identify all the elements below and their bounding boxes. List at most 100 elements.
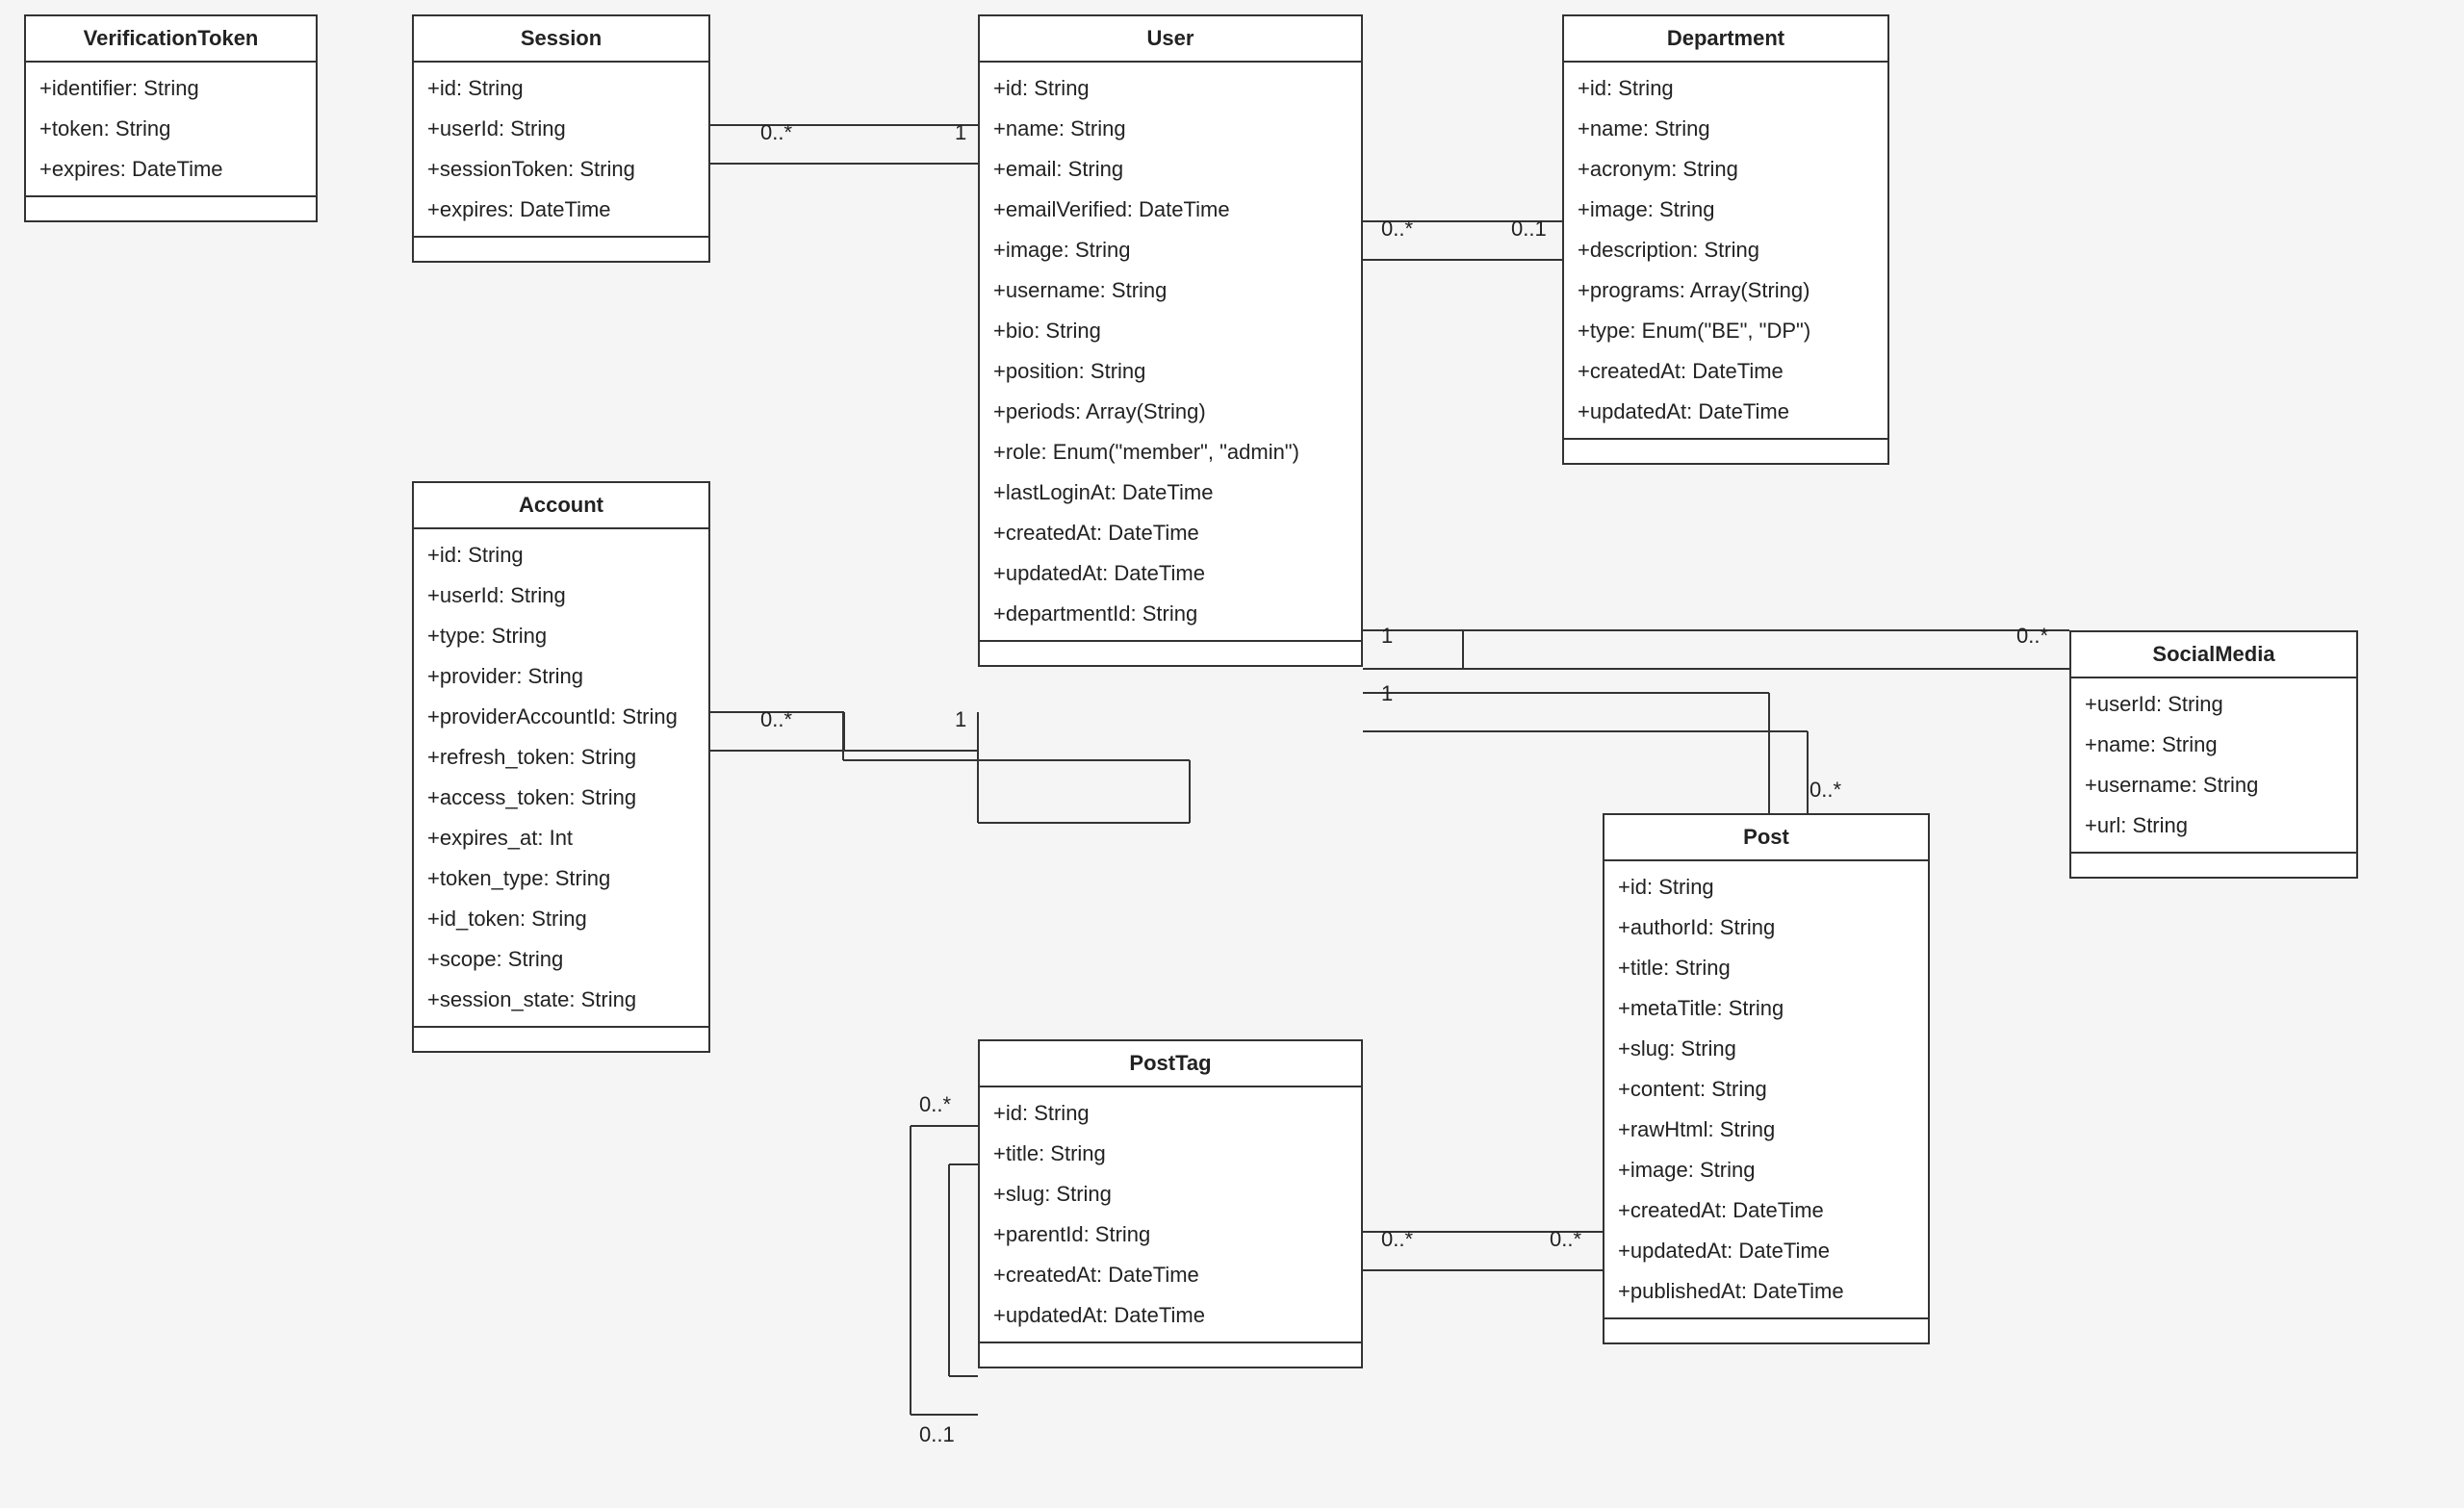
attribute-row: +createdAt: DateTime bbox=[993, 1255, 1348, 1295]
attribute-row: +createdAt: DateTime bbox=[1578, 351, 1874, 392]
attribute-row: +email: String bbox=[993, 149, 1348, 190]
attribute-row: +image: String bbox=[1578, 190, 1874, 230]
attribute-row: +createdAt: DateTime bbox=[993, 513, 1348, 553]
entity-attrs: +id: String+name: String+email: String+e… bbox=[980, 63, 1361, 640]
attribute-row: +id: String bbox=[1578, 68, 1874, 109]
entity-department: Department +id: String+name: String+acro… bbox=[1562, 14, 1889, 465]
attribute-row: +username: String bbox=[993, 270, 1348, 311]
rel-session-user-right: 1 bbox=[955, 120, 966, 145]
attribute-row: +id: String bbox=[427, 535, 695, 575]
attribute-row: +role: Enum("member", "admin") bbox=[993, 432, 1348, 473]
attribute-row: +session_state: String bbox=[427, 980, 695, 1020]
attribute-row: +slug: String bbox=[993, 1174, 1348, 1214]
attribute-row: +type: String bbox=[427, 616, 695, 656]
attribute-row: +parentId: String bbox=[993, 1214, 1348, 1255]
entity-attrs: +id: String+title: String+slug: String+p… bbox=[980, 1087, 1361, 1342]
attribute-row: +userId: String bbox=[427, 575, 695, 616]
entity-user: User +id: String+name: String+email: Str… bbox=[978, 14, 1363, 667]
attribute-row: +expires: DateTime bbox=[39, 149, 302, 190]
rel-user-post-right: 0..* bbox=[1810, 778, 1841, 803]
entity-title: Department bbox=[1564, 16, 1887, 63]
entity-methods bbox=[980, 1342, 1361, 1367]
attribute-row: +image: String bbox=[993, 230, 1348, 270]
attribute-row: +createdAt: DateTime bbox=[1618, 1190, 1914, 1231]
rel-user-social-left: 1 bbox=[1381, 624, 1393, 649]
attribute-row: +title: String bbox=[993, 1134, 1348, 1174]
entity-title: SocialMedia bbox=[2071, 632, 2356, 678]
attribute-row: +acronym: String bbox=[1578, 149, 1874, 190]
entity-title: User bbox=[980, 16, 1361, 63]
attribute-row: +expires: DateTime bbox=[427, 190, 695, 230]
entity-session: Session +id: String+userId: String+sessi… bbox=[412, 14, 710, 263]
rel-posttag-self-bottom: 0..1 bbox=[919, 1422, 955, 1447]
attribute-row: +emailVerified: DateTime bbox=[993, 190, 1348, 230]
attribute-row: +access_token: String bbox=[427, 778, 695, 818]
attribute-row: +publishedAt: DateTime bbox=[1618, 1271, 1914, 1312]
attribute-row: +updatedAt: DateTime bbox=[993, 1295, 1348, 1336]
attribute-row: +title: String bbox=[1618, 948, 1914, 988]
entity-posttag: PostTag +id: String+title: String+slug: … bbox=[978, 1039, 1363, 1368]
attribute-row: +expires_at: Int bbox=[427, 818, 695, 858]
attribute-row: +updatedAt: DateTime bbox=[993, 553, 1348, 594]
attribute-row: +metaTitle: String bbox=[1618, 988, 1914, 1029]
attribute-row: +departmentId: String bbox=[993, 594, 1348, 634]
entity-methods bbox=[1564, 438, 1887, 463]
attribute-row: +updatedAt: DateTime bbox=[1618, 1231, 1914, 1271]
entity-post: Post +id: String+authorId: String+title:… bbox=[1603, 813, 1930, 1344]
entity-methods bbox=[26, 195, 316, 220]
attribute-row: +programs: Array(String) bbox=[1578, 270, 1874, 311]
entity-title: PostTag bbox=[980, 1041, 1361, 1087]
attribute-row: +position: String bbox=[993, 351, 1348, 392]
diagram-canvas: VerificationToken +identifier: String+to… bbox=[0, 0, 2464, 1508]
attribute-row: +userId: String bbox=[2085, 684, 2343, 725]
entity-methods bbox=[2071, 852, 2356, 877]
rel-user-dept-right: 0..1 bbox=[1511, 217, 1547, 242]
entity-methods bbox=[1604, 1317, 1928, 1342]
attribute-row: +provider: String bbox=[427, 656, 695, 697]
rel-session-user-left: 0..* bbox=[760, 120, 792, 145]
attribute-row: +scope: String bbox=[427, 939, 695, 980]
attribute-row: +authorId: String bbox=[1618, 907, 1914, 948]
attribute-row: +image: String bbox=[1618, 1150, 1914, 1190]
rel-posttag-post-left: 0..* bbox=[1381, 1227, 1413, 1252]
attribute-row: +bio: String bbox=[993, 311, 1348, 351]
entity-socialmedia: SocialMedia +userId: String+name: String… bbox=[2069, 630, 2358, 879]
attribute-row: +periods: Array(String) bbox=[993, 392, 1348, 432]
entity-attrs: +id: String+userId: String+type: String+… bbox=[414, 529, 708, 1026]
attribute-row: +updatedAt: DateTime bbox=[1578, 392, 1874, 432]
attribute-row: +id: String bbox=[427, 68, 695, 109]
attribute-row: +content: String bbox=[1618, 1069, 1914, 1110]
entity-attrs: +id: String+authorId: String+title: Stri… bbox=[1604, 861, 1928, 1317]
attribute-row: +rawHtml: String bbox=[1618, 1110, 1914, 1150]
attribute-row: +slug: String bbox=[1618, 1029, 1914, 1069]
attribute-row: +id: String bbox=[993, 1093, 1348, 1134]
entity-methods bbox=[980, 640, 1361, 665]
entity-title: Account bbox=[414, 483, 708, 529]
attribute-row: +token_type: String bbox=[427, 858, 695, 899]
rel-posttag-post-right: 0..* bbox=[1550, 1227, 1581, 1252]
entity-account: Account +id: String+userId: String+type:… bbox=[412, 481, 710, 1053]
attribute-row: +name: String bbox=[2085, 725, 2343, 765]
attribute-row: +sessionToken: String bbox=[427, 149, 695, 190]
rel-account-user-left: 0..* bbox=[760, 707, 792, 732]
rel-user-post-left: 1 bbox=[1381, 681, 1393, 706]
entity-title: VerificationToken bbox=[26, 16, 316, 63]
attribute-row: +identifier: String bbox=[39, 68, 302, 109]
entity-attrs: +identifier: String+token: String+expire… bbox=[26, 63, 316, 195]
attribute-row: +type: Enum("BE", "DP") bbox=[1578, 311, 1874, 351]
entity-verificationtoken: VerificationToken +identifier: String+to… bbox=[24, 14, 318, 222]
attribute-row: +token: String bbox=[39, 109, 302, 149]
entity-methods bbox=[414, 236, 708, 261]
attribute-row: +refresh_token: String bbox=[427, 737, 695, 778]
entity-title: Session bbox=[414, 16, 708, 63]
rel-user-dept-left: 0..* bbox=[1381, 217, 1413, 242]
attribute-row: +id: String bbox=[1618, 867, 1914, 907]
entity-attrs: +userId: String+name: String+username: S… bbox=[2071, 678, 2356, 852]
rel-posttag-self-top: 0..* bbox=[919, 1092, 951, 1117]
entity-title: Post bbox=[1604, 815, 1928, 861]
rel-account-user-right: 1 bbox=[955, 707, 966, 732]
attribute-row: +providerAccountId: String bbox=[427, 697, 695, 737]
rel-user-social-right: 0..* bbox=[2016, 624, 2048, 649]
attribute-row: +id_token: String bbox=[427, 899, 695, 939]
attribute-row: +id: String bbox=[993, 68, 1348, 109]
